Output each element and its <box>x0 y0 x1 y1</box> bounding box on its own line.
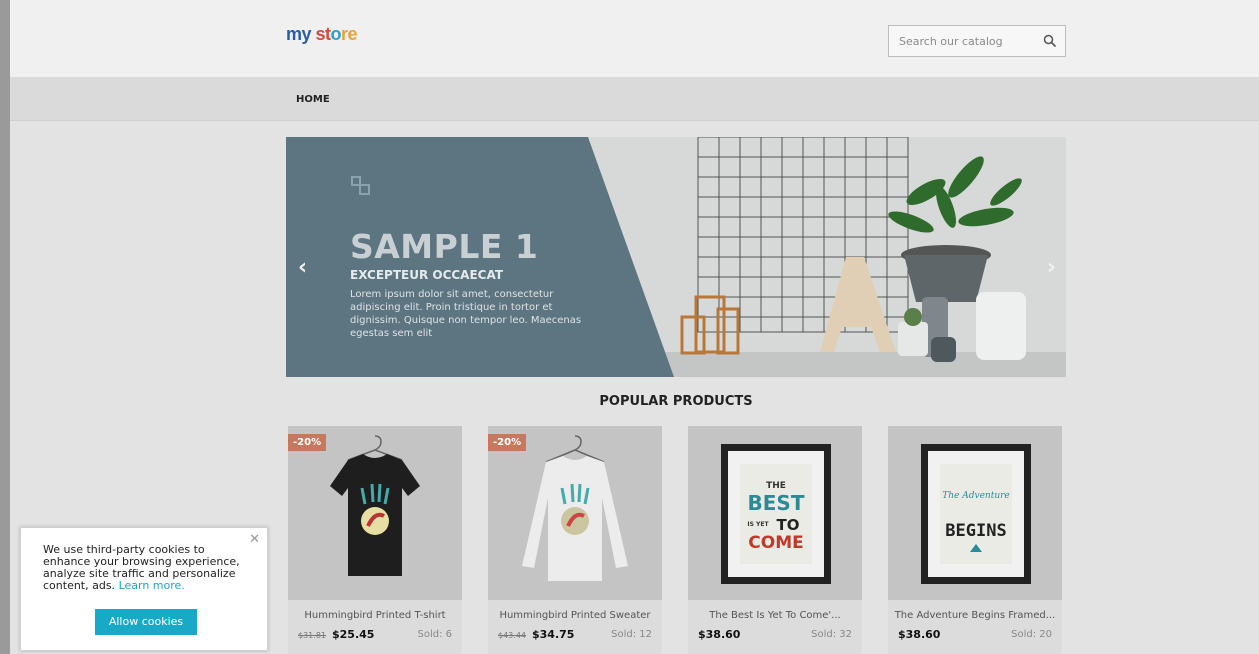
product-card[interactable]: The Adventure BEGINS The Adventure Begin… <box>888 426 1062 654</box>
poster-to: TO <box>777 516 800 534</box>
product-price: $25.45 <box>332 628 375 641</box>
sweater-image <box>522 435 628 581</box>
poster-the: THE <box>766 481 786 491</box>
poster-is-yet: IS YET <box>747 521 769 528</box>
product-price: $34.75 <box>532 628 575 641</box>
search-input[interactable] <box>889 26 1029 56</box>
product-info: Hummingbird Printed Sweater $43.44 $34.7… <box>488 600 662 654</box>
poster-begins: BEGINS <box>945 521 1006 541</box>
product-name[interactable]: Hummingbird Printed Sweater <box>488 610 662 621</box>
cookie-text: We use third-party cookies to enhance yo… <box>43 543 240 592</box>
product-info: The Best Is Yet To Come'... $38.60 Sold:… <box>688 600 862 654</box>
main-nav: HOME <box>10 77 1259 121</box>
product-card[interactable]: THE BEST IS YET TO COME The Best Is Yet … <box>688 426 862 654</box>
image-slider[interactable]: SAMPLE 1 EXCEPTEUR OCCAECAT Lorem ipsum … <box>286 137 1066 377</box>
product-price: $38.60 <box>898 628 941 641</box>
product-image[interactable]: -20% <box>288 426 462 600</box>
section-title: POPULAR PRODUCTS <box>599 394 753 409</box>
sold-count: Sold: 20 <box>1011 629 1052 640</box>
product-name[interactable]: The Best Is Yet To Come'... <box>688 610 862 621</box>
sold-count: Sold: 12 <box>611 629 652 640</box>
search-icon[interactable] <box>1043 34 1057 48</box>
poster-adventure: The Adventure <box>942 491 1010 501</box>
product-image[interactable]: THE BEST IS YET TO COME <box>688 426 862 600</box>
chevron-right-icon[interactable]: › <box>1047 255 1056 280</box>
product-card[interactable]: -20% Hummingbird Printed T-shirt $31.81 … <box>288 426 462 654</box>
product-name[interactable]: Hummingbird Printed T-shirt <box>288 610 462 621</box>
product-info: Hummingbird Printed T-shirt $31.81 $25.4… <box>288 600 462 654</box>
store-logo[interactable]: my store <box>286 24 358 45</box>
product-info: The Adventure Begins Framed... $38.60 So… <box>888 600 1062 654</box>
learn-more-link[interactable]: Learn more. <box>119 579 185 592</box>
product-card[interactable]: -20% Hummingbird Printed Sweater $43.44 … <box>488 426 662 654</box>
poster-best: BEST <box>748 491 805 515</box>
sold-count: Sold: 6 <box>417 629 452 640</box>
old-price: $31.81 <box>298 631 326 640</box>
poster-best-image: THE BEST IS YET TO COME <box>721 444 831 584</box>
old-price: $43.44 <box>498 631 526 640</box>
sold-count: Sold: 32 <box>811 629 852 640</box>
product-price: $38.60 <box>698 628 741 641</box>
cookie-banner: ✕ We use third-party cookies to enhance … <box>20 527 268 651</box>
discount-badge: -20% <box>288 434 327 451</box>
poster-come: COME <box>748 533 803 553</box>
tshirt-image <box>330 435 420 576</box>
search-box <box>888 25 1066 57</box>
product-image[interactable]: -20% <box>488 426 662 600</box>
header: my store <box>10 0 1259 77</box>
slide-caption: SAMPLE 1 EXCEPTEUR OCCAECAT Lorem ipsum … <box>350 227 600 340</box>
chevron-left-icon[interactable]: ‹ <box>298 255 307 280</box>
discount-badge: -20% <box>488 434 527 451</box>
nav-home-link[interactable]: HOME <box>296 94 330 105</box>
product-name[interactable]: The Adventure Begins Framed... <box>888 610 1062 621</box>
product-image[interactable]: The Adventure BEGINS <box>888 426 1062 600</box>
slide-description: Lorem ipsum dolor sit amet, consectetur … <box>350 289 582 339</box>
slide-subtitle: EXCEPTEUR OCCAECAT <box>350 268 504 282</box>
allow-cookies-button[interactable]: Allow cookies <box>95 609 197 635</box>
poster-adventure-image: The Adventure BEGINS <box>921 444 1031 584</box>
slide-title: SAMPLE 1 <box>350 227 539 266</box>
